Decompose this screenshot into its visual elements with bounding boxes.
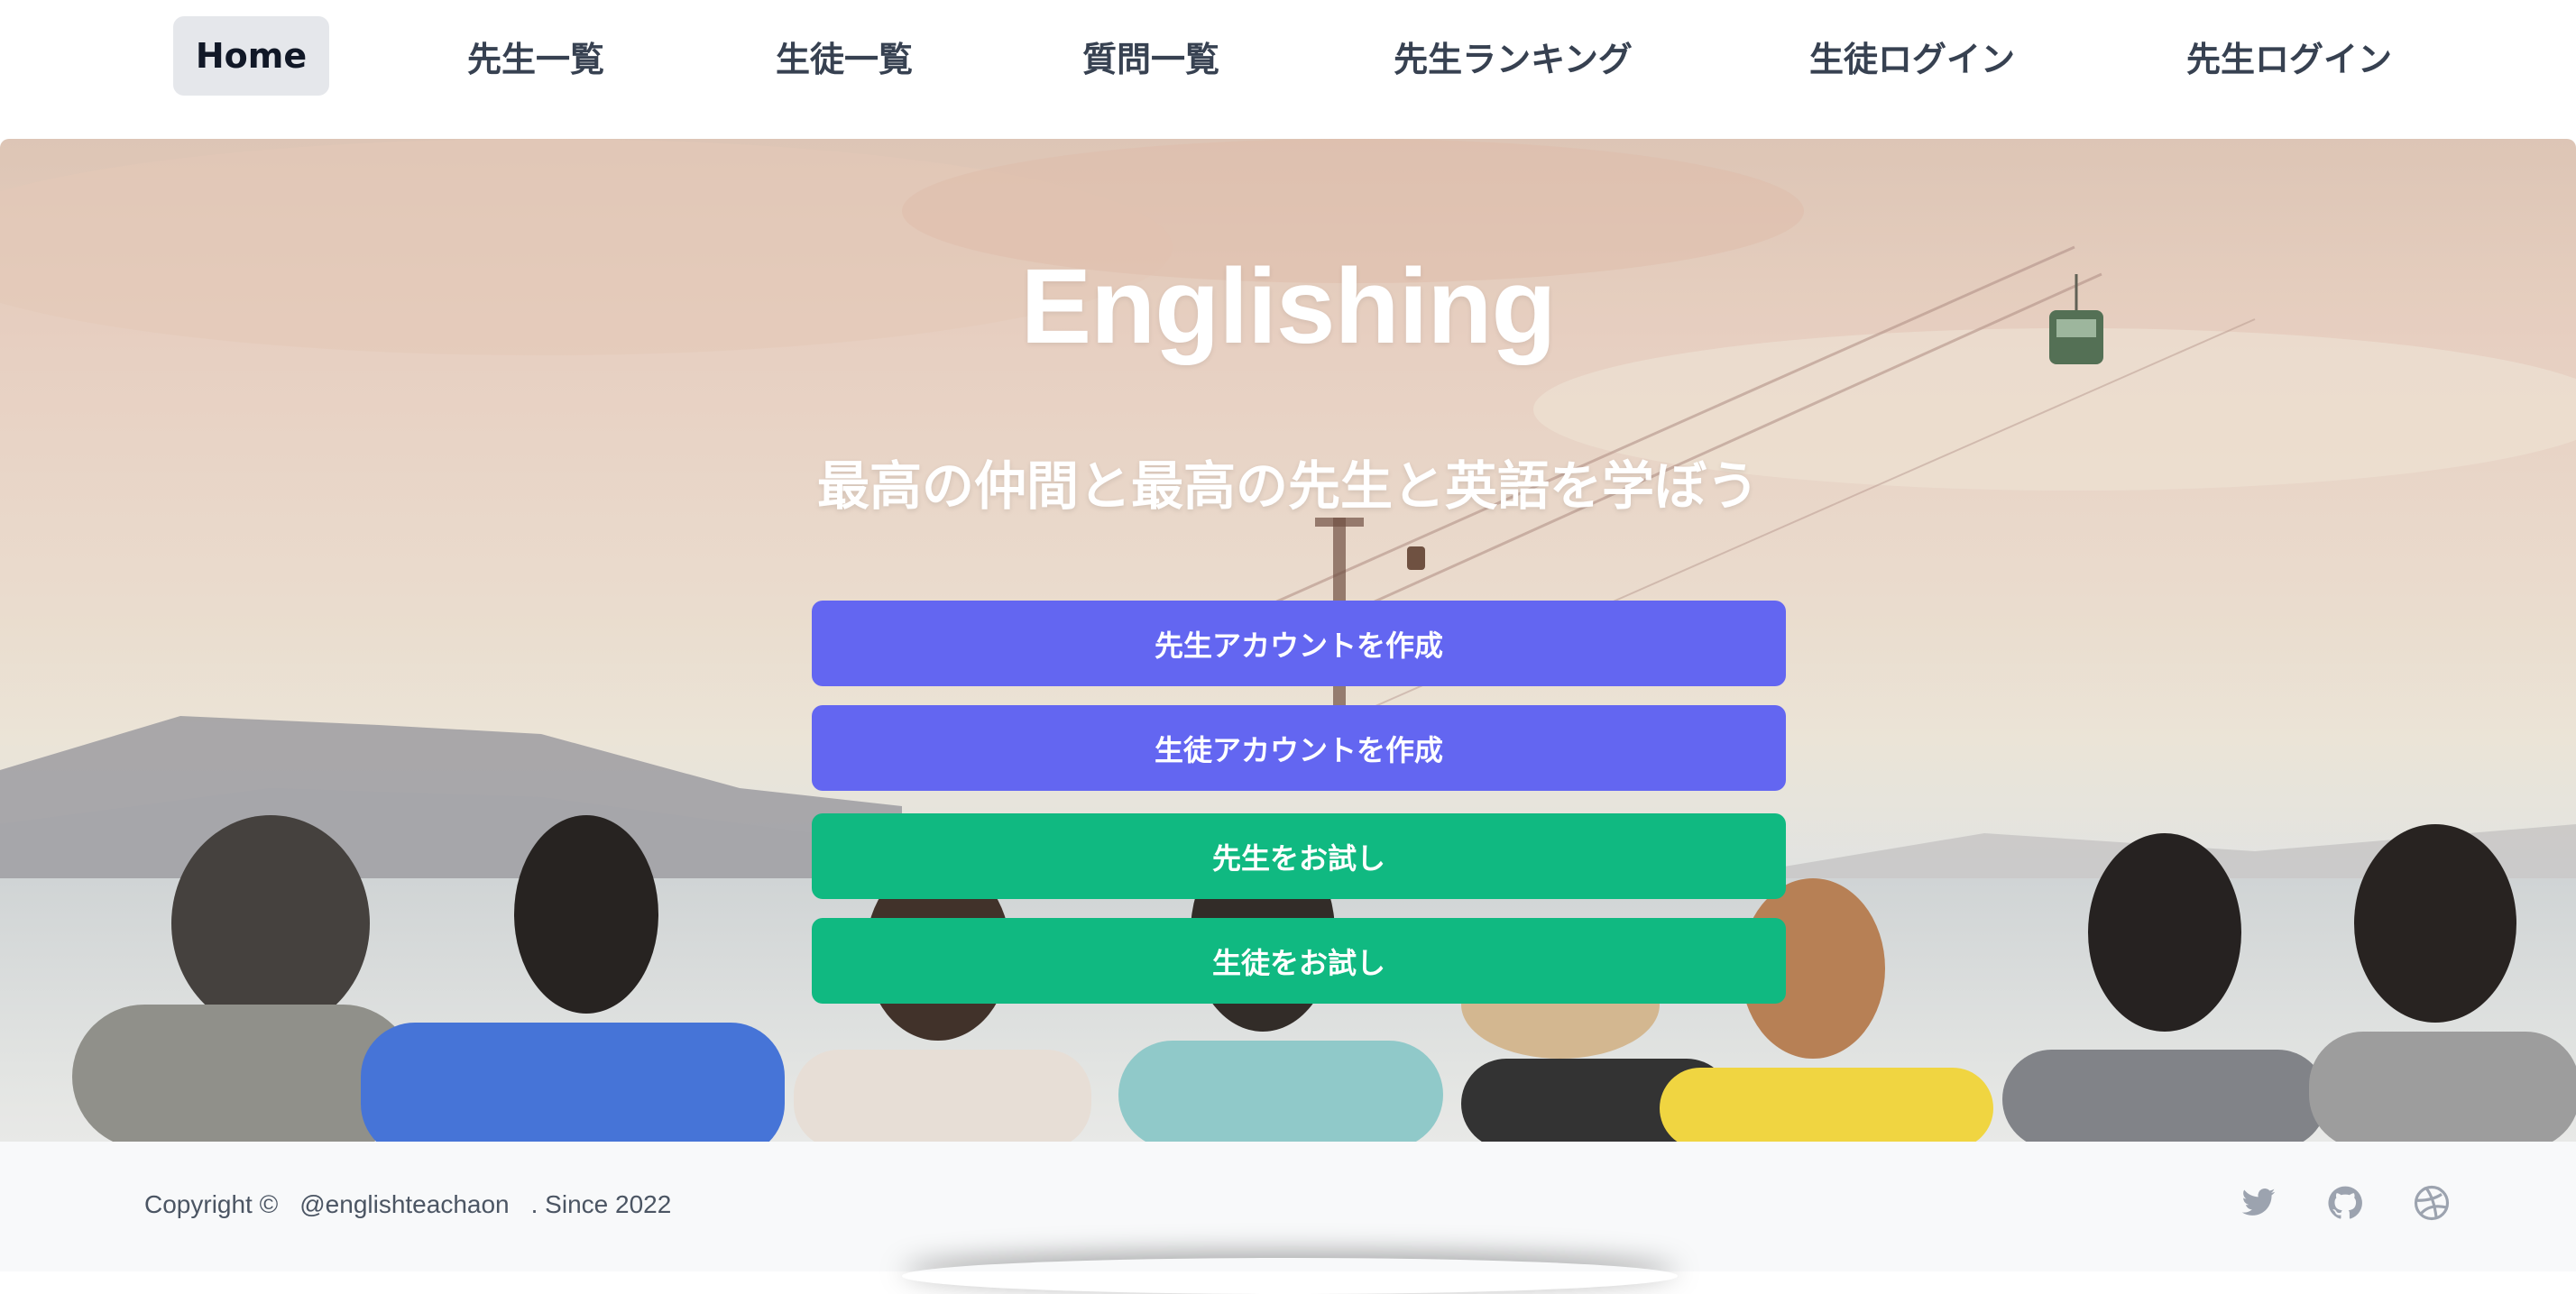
top-nav: Home 先生一覧 生徒一覧 質問一覧 先生ランキング 生徒ログイン 先生ログイ… bbox=[0, 0, 2576, 139]
nav-question-list[interactable]: 質問一覧 bbox=[1052, 16, 1250, 96]
create-teacher-account-button[interactable]: 先生アカウントを作成 bbox=[812, 601, 1786, 686]
github-icon[interactable] bbox=[2323, 1181, 2367, 1225]
nav-home[interactable]: Home bbox=[173, 16, 329, 96]
dribbble-icon[interactable] bbox=[2410, 1181, 2453, 1225]
hero-section: Englishing 最高の仲間と最高の先生と英語を学ぼう 先生アカウントを作成… bbox=[0, 139, 2576, 1142]
footer-shadow bbox=[902, 1258, 1678, 1294]
author-handle-link[interactable]: @englishteachaon bbox=[290, 1190, 518, 1219]
nav-student-list[interactable]: 生徒一覧 bbox=[745, 16, 943, 96]
nav-teacher-list[interactable]: 先生一覧 bbox=[437, 16, 635, 96]
copyright: Copyright © @englishteachaon . Since 202… bbox=[144, 1187, 671, 1223]
hero-title: Englishing bbox=[1020, 247, 1556, 366]
try-teacher-button[interactable]: 先生をお試し bbox=[812, 813, 1786, 899]
nav-teacher-login[interactable]: 先生ログイン bbox=[2154, 16, 2424, 96]
twitter-icon[interactable] bbox=[2237, 1181, 2280, 1225]
nav-teacher-ranking[interactable]: 先生ランキング bbox=[1353, 16, 1673, 96]
create-student-account-button[interactable]: 生徒アカウントを作成 bbox=[812, 705, 1786, 791]
copyright-since: . Since 2022 bbox=[530, 1190, 672, 1218]
copyright-prefix: Copyright © bbox=[144, 1190, 279, 1218]
try-student-button[interactable]: 生徒をお試し bbox=[812, 918, 1786, 1004]
hero-subtitle: 最高の仲間と最高の先生と英語を学ぼう bbox=[816, 455, 1759, 517]
nav-student-login[interactable]: 生徒ログイン bbox=[1777, 16, 2047, 96]
footer: Copyright © @englishteachaon . Since 202… bbox=[0, 1142, 2576, 1271]
